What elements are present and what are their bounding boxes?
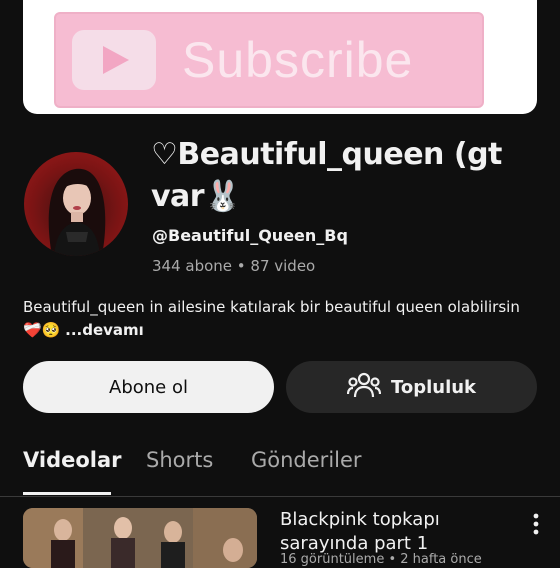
subscribe-button-label: Abone ol (109, 376, 188, 398)
banner-subscribe-graphic: Subscribe (54, 12, 484, 108)
play-icon (72, 30, 156, 90)
video-title[interactable]: Blackpink topkapı sarayında part 1 (280, 508, 520, 556)
channel-tabs: Videolar Shorts Gönderiler (0, 440, 560, 497)
active-tab-indicator (23, 492, 111, 495)
more-vert-icon[interactable] (528, 512, 544, 536)
tab-videos[interactable]: Videolar (23, 448, 122, 472)
subscribe-button[interactable]: Abone ol (23, 361, 274, 413)
channel-handle: @Beautiful_Queen_Bq (152, 226, 348, 245)
tab-shorts[interactable]: Shorts (146, 448, 213, 472)
more-link[interactable]: ...devamı (65, 321, 144, 339)
tab-posts[interactable]: Gönderiler (251, 448, 362, 472)
channel-banner: Subscribe (23, 0, 537, 114)
community-button-label: Topluluk (390, 376, 477, 398)
channel-stats: 344 abone • 87 video (152, 257, 316, 275)
avatar[interactable] (24, 152, 128, 256)
community-button[interactable]: Topluluk (286, 361, 537, 413)
banner-subscribe-text: Subscribe (182, 32, 414, 88)
people-icon (346, 372, 382, 403)
video-thumbnail[interactable] (23, 508, 257, 568)
channel-name: ♡Beautiful_queen (gt var🐰 (151, 137, 502, 214)
channel-description[interactable]: Beautiful_queen in ailesine katılarak bi… (23, 296, 538, 342)
